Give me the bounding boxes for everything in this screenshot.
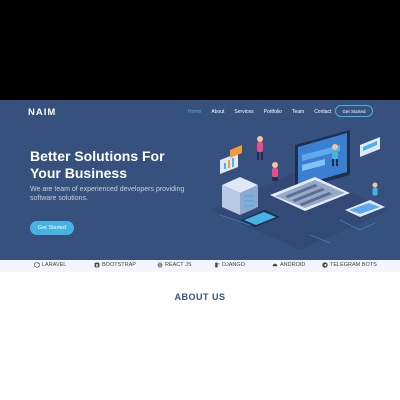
person-icon bbox=[257, 136, 263, 160]
about-section-title: ABOUT US bbox=[174, 292, 226, 302]
telegram-icon bbox=[322, 262, 328, 268]
client-android: ANDROID bbox=[272, 262, 305, 268]
nav-team[interactable]: Team bbox=[292, 109, 304, 115]
client-label: TELEGRAM BOTS bbox=[330, 262, 377, 268]
client-django: DJANGO bbox=[214, 262, 245, 268]
nav-portfolio[interactable]: Portfolio bbox=[264, 109, 282, 115]
client-label: REACT JS bbox=[165, 262, 192, 268]
laravel-icon bbox=[34, 262, 40, 268]
bootstrap-icon: B bbox=[94, 262, 100, 268]
hero-isometric-illustration bbox=[210, 130, 390, 250]
person-icon bbox=[272, 162, 278, 181]
hero-section: NAIM Home About Services Portfolio Team … bbox=[0, 100, 400, 260]
client-telegram: TELEGRAM BOTS bbox=[322, 262, 377, 268]
card-icon bbox=[360, 137, 380, 157]
nav-about[interactable]: About bbox=[211, 109, 224, 115]
client-bootstrap: B BOOTSTRAP bbox=[94, 262, 136, 268]
django-icon bbox=[215, 262, 220, 268]
nav-contact[interactable]: Contact bbox=[314, 109, 331, 115]
server-stack-icon bbox=[222, 177, 258, 215]
clients-bar: LARAVEL B BOOTSTRAP REACT JS DJANGO ANDR… bbox=[0, 260, 400, 272]
screenshot-frame: NAIM Home About Services Portfolio Team … bbox=[0, 0, 400, 400]
client-react: REACT JS bbox=[157, 262, 192, 268]
client-label: LARAVEL bbox=[42, 262, 67, 268]
client-label: BOOTSTRAP bbox=[102, 262, 136, 268]
nav-get-started-button[interactable]: Get Started bbox=[335, 105, 373, 117]
nav-home[interactable]: Home bbox=[188, 109, 201, 115]
react-icon bbox=[157, 262, 163, 268]
svg-text:B: B bbox=[96, 264, 99, 268]
nav-services[interactable]: Services bbox=[234, 109, 253, 115]
person-icon bbox=[372, 182, 378, 196]
chart-card-icon bbox=[220, 153, 238, 174]
brand-logo[interactable]: NAIM bbox=[28, 107, 56, 118]
hero-get-started-button[interactable]: Get Started bbox=[30, 221, 74, 235]
website: NAIM Home About Services Portfolio Team … bbox=[0, 100, 400, 400]
client-laravel: LARAVEL bbox=[34, 262, 66, 268]
client-label: ANDROID bbox=[280, 262, 306, 268]
android-icon bbox=[272, 263, 278, 267]
main-nav: Home About Services Portfolio Team Conta… bbox=[188, 109, 331, 115]
client-label: DJANGO bbox=[222, 262, 245, 268]
